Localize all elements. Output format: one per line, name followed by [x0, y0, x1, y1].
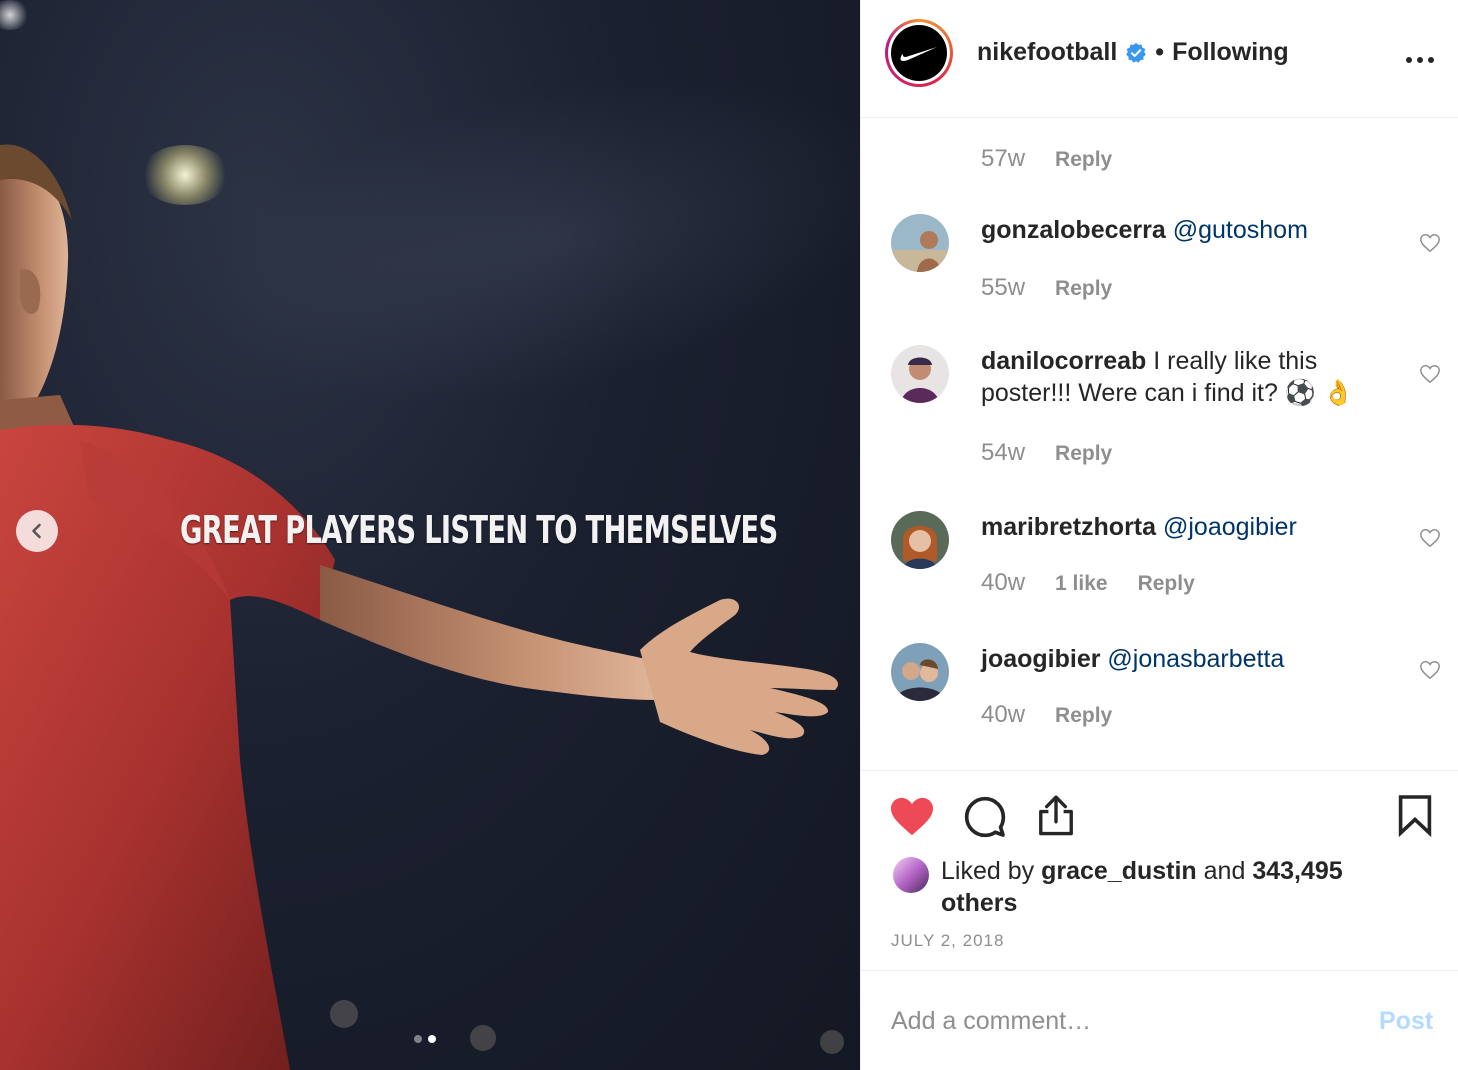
comment-like-heart-icon[interactable] — [1419, 232, 1441, 254]
comment-age: 40w — [981, 569, 1026, 596]
liked-by-prefix: Liked by — [941, 857, 1035, 885]
commenter-avatar[interactable] — [891, 345, 949, 403]
liked-by-username[interactable]: grace_dustin — [1041, 857, 1197, 885]
header-separator: • — [1155, 38, 1165, 66]
add-comment-input[interactable] — [891, 1001, 1361, 1041]
comment-likes-count[interactable]: 1 like — [1055, 572, 1108, 596]
comment-like-heart-icon[interactable] — [1419, 659, 1441, 681]
reply-button[interactable]: Reply — [1138, 572, 1195, 596]
heart-filled-icon[interactable] — [889, 795, 935, 837]
header-username[interactable]: nikefootball — [977, 38, 1117, 67]
comment-meta: 40w 1 like Reply — [981, 569, 1195, 597]
comment-mention[interactable]: @joaogibier — [1163, 513, 1297, 541]
comment-username[interactable]: joaogibier — [981, 645, 1100, 673]
reply-button[interactable]: Reply — [1055, 148, 1112, 172]
nike-swoosh-icon — [900, 47, 937, 61]
comment-mention[interactable]: @gutoshom — [1173, 216, 1308, 244]
carousel-indicator — [414, 1035, 436, 1043]
comment-username[interactable]: gonzalobecerra — [981, 216, 1166, 244]
comment-username[interactable]: danilocorreab — [981, 347, 1146, 375]
commenter-avatar[interactable] — [891, 643, 949, 701]
post-header: nikefootball • Following — [861, 0, 1458, 118]
commenter-avatar[interactable] — [891, 214, 949, 272]
comment-age: 55w — [981, 274, 1026, 301]
poster-headline: GREAT PLAYERS LISTEN TO THEMSELVES — [180, 508, 778, 552]
post-sidebar: nikefootball • Following 57w Reply gonza… — [860, 0, 1458, 1070]
liked-by-avatar[interactable] — [893, 857, 929, 893]
comments-list[interactable]: 57w Reply gonzalobecerra @gutoshom 55w R… — [861, 119, 1458, 769]
comment-like-heart-icon[interactable] — [1419, 363, 1441, 385]
carousel-prev-button[interactable] — [16, 510, 58, 552]
comment-bubble-icon[interactable] — [963, 795, 1007, 839]
share-icon[interactable] — [1035, 793, 1077, 837]
carousel-dot — [414, 1035, 422, 1043]
comment-age: 40w — [981, 701, 1026, 728]
reply-button[interactable]: Reply — [1055, 277, 1112, 301]
comment-mention[interactable]: @jonasbarbetta — [1107, 645, 1284, 673]
more-options-icon — [1406, 57, 1434, 63]
comment-username[interactable]: maribretzhorta — [981, 513, 1156, 541]
carousel-dot-active — [428, 1035, 436, 1043]
post-comment-button[interactable]: Post — [1379, 1007, 1433, 1036]
post-date: JULY 2, 2018 — [891, 931, 1005, 950]
more-options-button[interactable] — [1405, 40, 1435, 72]
comment-meta: 57w Reply — [981, 145, 1112, 173]
verified-badge-icon — [1126, 42, 1147, 63]
chevron-left-icon — [32, 523, 41, 539]
reply-button[interactable]: Reply — [1055, 442, 1112, 466]
add-comment-bar: Post — [861, 970, 1458, 1070]
comment-age: 54w — [981, 439, 1026, 466]
bookmark-icon[interactable] — [1397, 793, 1433, 837]
comment-like-heart-icon[interactable] — [1419, 527, 1441, 549]
comment-meta: 40w Reply — [981, 701, 1112, 729]
comment-meta: 55w Reply — [981, 274, 1112, 302]
comment-meta: 54w Reply — [981, 439, 1112, 467]
reply-button[interactable]: Reply — [1055, 704, 1112, 728]
post-media[interactable]: GREAT PLAYERS LISTEN TO THEMSELVES — [0, 0, 860, 1070]
post-actions: Liked by grace_dustin and 343,495 others… — [861, 770, 1458, 970]
follow-status-button[interactable]: Following — [1172, 38, 1289, 67]
profile-avatar[interactable] — [885, 19, 953, 87]
commenter-avatar[interactable] — [891, 511, 949, 569]
liked-by-and: and — [1203, 857, 1246, 885]
comment-age: 57w — [981, 145, 1026, 172]
